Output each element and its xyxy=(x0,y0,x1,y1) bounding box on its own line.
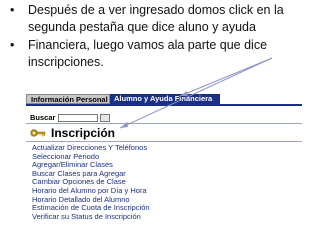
tab-underline-bar xyxy=(26,104,302,106)
slide-bullet-list: • Después de a ver ingresado domos click … xyxy=(6,2,314,72)
bullet-dot: • xyxy=(10,38,15,52)
tab-alumno-ayuda-financiera[interactable]: Alumno y Ayuda Financiera xyxy=(110,94,220,104)
divider xyxy=(26,141,302,142)
bullet-dot: • xyxy=(10,3,15,17)
search-go-button[interactable] xyxy=(100,113,111,122)
search-row: Buscar xyxy=(30,113,111,122)
divider xyxy=(26,123,302,124)
tab-bar: Información Personal Alumno y Ayuda Fina… xyxy=(26,94,302,104)
link-list: Actualizar Direcciones Y Teléfonos Selec… xyxy=(32,143,150,222)
tab-informacion-personal[interactable]: Información Personal xyxy=(26,94,110,104)
search-input[interactable] xyxy=(58,113,99,122)
bullet-text: Después de a ver ingresado domos click e… xyxy=(28,3,284,34)
bullet-text: Financiera, luego vamos ala parte que di… xyxy=(28,38,268,69)
bullet-item: • Después de a ver ingresado domos click … xyxy=(6,2,314,36)
page-title-row: Inscripción xyxy=(30,126,115,140)
link-verificar-status[interactable]: Verificar su Status de Inscripción xyxy=(32,212,150,222)
page-title: Inscripción xyxy=(51,126,116,140)
tab-bar-filler xyxy=(220,94,302,104)
search-label: Buscar xyxy=(30,113,56,122)
embedded-screenshot: Información Personal Alumno y Ayuda Fina… xyxy=(26,94,302,240)
bullet-item: • Financiera, luego vamos ala parte que d… xyxy=(6,37,314,71)
key-icon xyxy=(30,129,46,137)
